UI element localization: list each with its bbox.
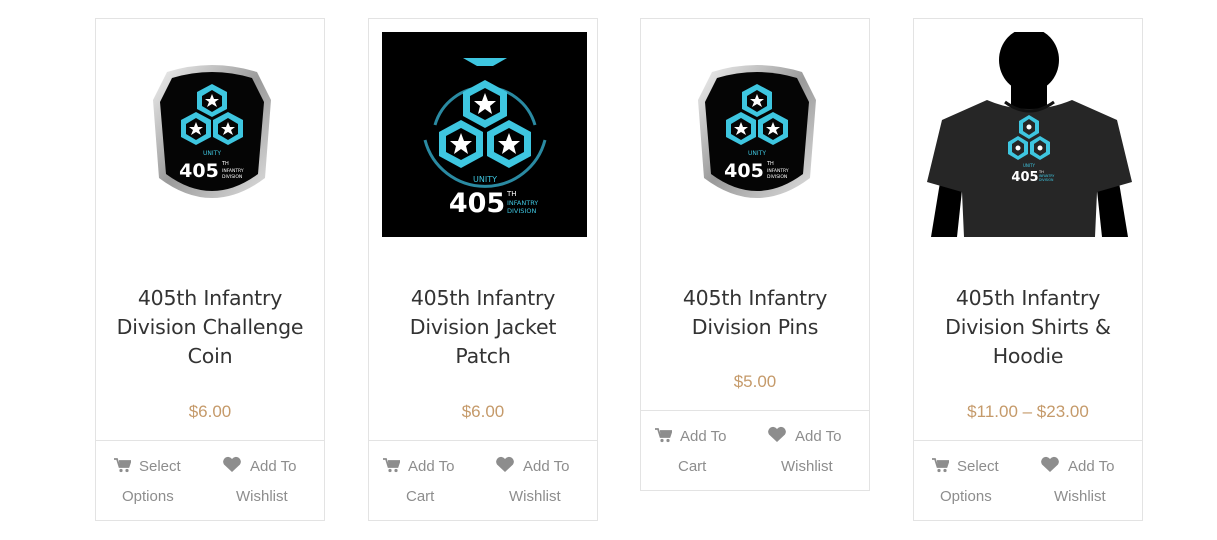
svg-text:UNITY: UNITY	[203, 150, 221, 157]
cart-icon	[383, 455, 401, 483]
tshirt-image: UNITY 405 TH INFANTRY DIVISION	[927, 32, 1132, 237]
product-image-shirts-hoodie[interactable]: UNITY 405 TH INFANTRY DIVISION	[927, 32, 1132, 237]
svg-text:INFANTRY: INFANTRY	[222, 168, 244, 174]
product-card: UNITY 405 TH INFANTRY DIVISION 405th Inf…	[95, 18, 325, 521]
action-label: Select	[139, 458, 181, 475]
svg-text:UNITY: UNITY	[473, 175, 497, 184]
action-label-line2: Cart	[406, 488, 435, 505]
add-to-cart-button[interactable]: Add To Cart	[655, 423, 726, 481]
action-label-line2: Options	[940, 488, 992, 505]
product-title[interactable]: 405th Infantry Division Pins	[651, 284, 859, 342]
heart-icon	[767, 425, 787, 453]
action-label: Add To	[408, 458, 455, 475]
product-card: UNITY 405 TH INFANTRY DIVISION 405th Inf…	[640, 18, 870, 491]
svg-text:DIVISION: DIVISION	[507, 207, 536, 215]
action-label: Add To	[680, 428, 727, 445]
svg-text:UNITY: UNITY	[1023, 163, 1036, 168]
product-actions: Add To Cart Add To Wishlist	[369, 440, 597, 520]
cart-icon	[114, 455, 132, 483]
add-to-cart-button[interactable]: Add To Cart	[383, 453, 454, 511]
action-label-line2: Wishlist	[509, 488, 561, 505]
svg-text:TH: TH	[506, 190, 517, 198]
heart-icon	[222, 455, 242, 483]
heart-icon	[1040, 455, 1060, 483]
svg-text:TH: TH	[221, 161, 229, 167]
product-grid: UNITY 405 TH INFANTRY DIVISION 405th Inf…	[0, 0, 1217, 540]
product-image-jacket-patch[interactable]: UNITY 405 TH INFANTRY DIVISION	[382, 32, 587, 237]
product-image-pins[interactable]: UNITY 405 TH INFANTRY DIVISION	[654, 32, 859, 237]
svg-text:DIVISION: DIVISION	[767, 174, 787, 180]
action-label-line2: Wishlist	[236, 488, 288, 505]
heart-icon	[495, 455, 515, 483]
pin-emblem-image: UNITY 405 TH INFANTRY DIVISION	[697, 64, 816, 198]
action-label: Add To	[795, 428, 842, 445]
svg-text:UNITY: UNITY	[748, 150, 766, 157]
action-label: Select	[957, 458, 999, 475]
product-card: UNITY 405 TH INFANTRY DIVISION 405th Inf…	[913, 18, 1143, 521]
add-to-wishlist-button[interactable]: Add To Wishlist	[1040, 453, 1114, 511]
product-price: $5.00	[733, 372, 777, 391]
action-label-line2: Options	[122, 488, 174, 505]
action-label-line2: Wishlist	[781, 458, 833, 475]
product-image-challenge-coin[interactable]: UNITY 405 TH INFANTRY DIVISION	[109, 32, 314, 237]
action-label-line2: Wishlist	[1054, 488, 1106, 505]
select-options-button[interactable]: Select Options	[932, 453, 999, 511]
add-to-wishlist-button[interactable]: Add To Wishlist	[495, 453, 569, 511]
product-card: UNITY 405 TH INFANTRY DIVISION 405th Inf…	[368, 18, 598, 521]
cart-icon	[932, 455, 950, 483]
svg-text:DIVISION: DIVISION	[222, 174, 242, 180]
action-label: Add To	[523, 458, 570, 475]
svg-text:405: 405	[179, 160, 219, 182]
product-title[interactable]: 405th Infantry Division Challenge Coin	[106, 284, 314, 371]
product-title[interactable]: 405th Infantry Division Jacket Patch	[379, 284, 587, 371]
product-actions: Select Options Add To Wishlist	[96, 440, 324, 520]
svg-text:INFANTRY: INFANTRY	[507, 199, 538, 207]
svg-text:405: 405	[448, 188, 504, 219]
product-actions: Add To Cart Add To Wishlist	[641, 410, 869, 490]
coin-emblem-image: UNITY 405 TH INFANTRY DIVISION	[152, 64, 271, 198]
product-price: $6.00	[461, 402, 505, 421]
action-label-line2: Cart	[678, 458, 707, 475]
product-price: $11.00 – $23.00	[967, 402, 1089, 421]
patch-emblem-image: UNITY 405 TH INFANTRY DIVISION	[423, 57, 546, 219]
action-label: Add To	[1068, 458, 1115, 475]
product-actions: Select Options Add To Wishlist	[914, 440, 1142, 520]
action-label: Add To	[250, 458, 297, 475]
svg-text:405: 405	[724, 160, 764, 182]
add-to-wishlist-button[interactable]: Add To Wishlist	[222, 453, 296, 511]
svg-text:TH: TH	[766, 161, 774, 167]
svg-text:INFANTRY: INFANTRY	[767, 168, 789, 174]
product-price: $6.00	[188, 402, 232, 421]
svg-text:405: 405	[1011, 170, 1038, 185]
svg-text:DIVISION: DIVISION	[1039, 178, 1054, 182]
select-options-button[interactable]: Select Options	[114, 453, 181, 511]
cart-icon	[655, 425, 673, 453]
add-to-wishlist-button[interactable]: Add To Wishlist	[767, 423, 841, 481]
product-title[interactable]: 405th Infantry Division Shirts & Hoodie	[924, 284, 1132, 371]
